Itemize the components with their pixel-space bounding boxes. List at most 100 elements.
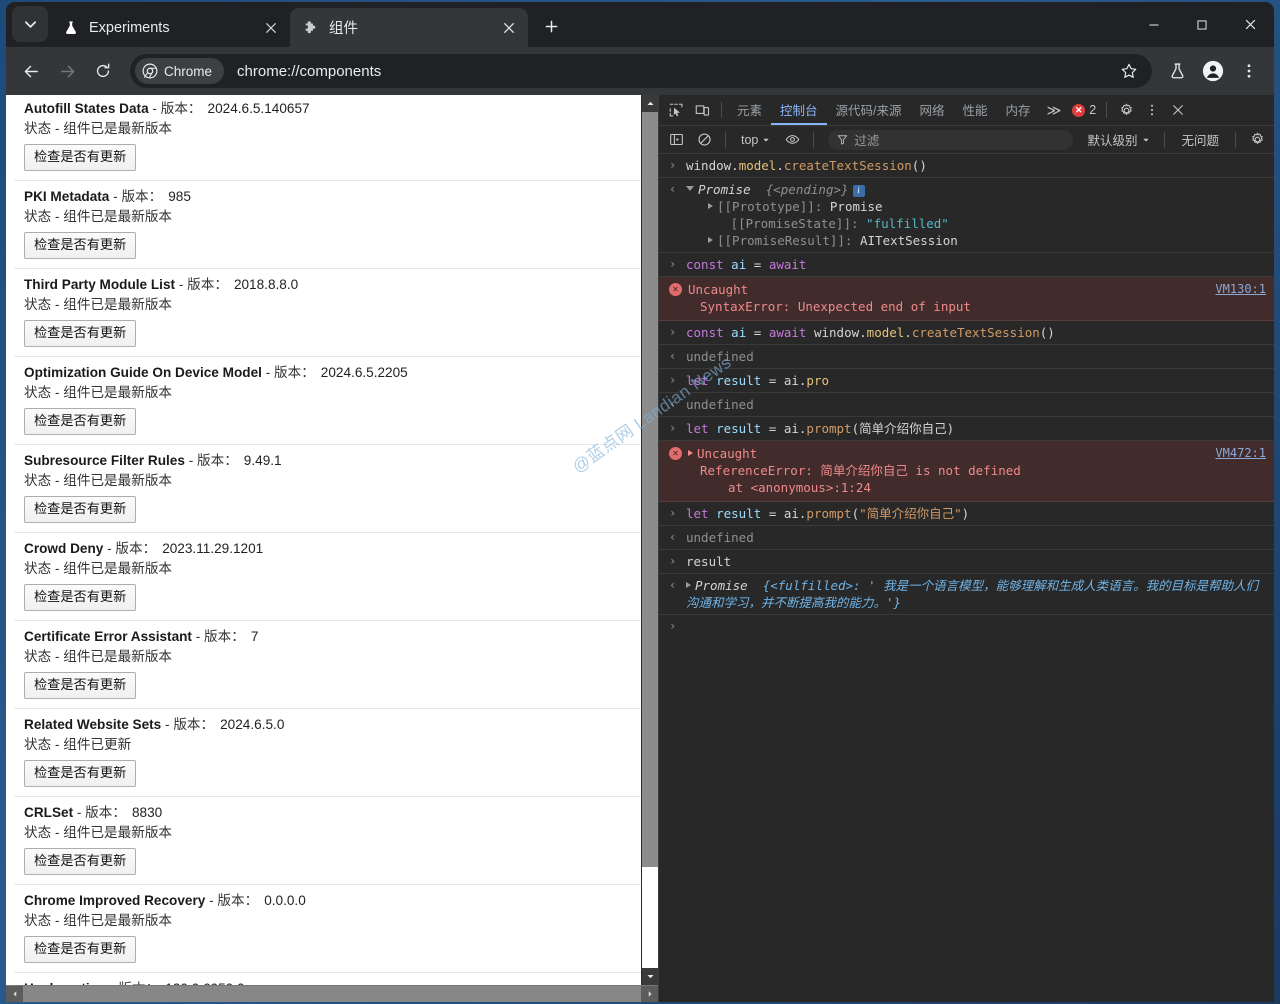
- promise-summary[interactable]: Promise {<pending>}i: [686, 181, 1266, 198]
- spacer: [708, 216, 731, 231]
- tab-search-button[interactable]: [12, 6, 48, 42]
- experiments-button[interactable]: [1160, 54, 1194, 88]
- device-toolbar-button[interactable]: [689, 98, 715, 122]
- error-source-link[interactable]: VM130:1: [1215, 281, 1266, 298]
- check-update-button[interactable]: 检查是否有更新: [24, 936, 136, 963]
- devtools-tab-network[interactable]: 网络: [911, 95, 954, 125]
- console-output-row: ‹Promise {<pending>}i[[Prototype]]: Prom…: [659, 178, 1274, 253]
- device-toggle-icon: [695, 103, 710, 118]
- url-text[interactable]: chrome://components: [237, 63, 1112, 80]
- check-update-button[interactable]: 检查是否有更新: [24, 848, 136, 875]
- devtools-tab-sources[interactable]: 源代码/来源: [827, 95, 911, 125]
- back-button[interactable]: [14, 54, 48, 88]
- scroll-left-button[interactable]: [6, 986, 23, 1002]
- console-input-row: ›window.model.createTextSession(): [659, 154, 1274, 178]
- tab-components[interactable]: 组件: [290, 8, 528, 47]
- console-filter-input[interactable]: 过滤: [828, 130, 1073, 150]
- console-gutter-icon: ›: [669, 324, 686, 341]
- bookmark-star-button[interactable]: [1112, 54, 1146, 88]
- check-update-button[interactable]: 检查是否有更新: [24, 232, 136, 259]
- devtools-tab-memory[interactable]: 内存: [997, 95, 1040, 125]
- devtools-menu-button[interactable]: [1139, 98, 1165, 122]
- tab-experiments[interactable]: Experiments: [50, 8, 290, 47]
- info-icon[interactable]: i: [853, 185, 865, 197]
- reload-button[interactable]: [86, 54, 120, 88]
- console-settings-button[interactable]: [1244, 128, 1270, 152]
- maximize-button[interactable]: [1178, 2, 1226, 47]
- forward-button[interactable]: [50, 54, 84, 88]
- devtools-close-button[interactable]: [1165, 98, 1191, 122]
- scroll-track[interactable]: [642, 112, 658, 968]
- disclosure-triangle-icon[interactable]: [708, 203, 713, 209]
- component-version: 2018.8.8.0: [234, 277, 298, 292]
- console-expression: const ai = await: [686, 256, 1266, 273]
- scroll-thumb[interactable]: [642, 112, 658, 867]
- error-title[interactable]: Uncaught: [688, 445, 1205, 462]
- execution-context-selector[interactable]: top: [734, 133, 777, 147]
- console-input-row: ›const ai = await window.model.createTex…: [659, 321, 1274, 345]
- hscroll-thumb[interactable]: [23, 986, 641, 1002]
- console-prompt-row[interactable]: ›: [659, 615, 1274, 639]
- inspect-element-button[interactable]: [663, 98, 689, 122]
- three-dots-vertical-icon: [1145, 103, 1159, 117]
- devtools-settings-button[interactable]: [1113, 98, 1139, 122]
- issues-status[interactable]: 无问题: [1173, 130, 1227, 149]
- console-promise-object[interactable]: Promise {<fulfilled>: ' 我是一个语言模型，能够理解和生成…: [686, 577, 1266, 611]
- disclosure-triangle-icon[interactable]: [686, 582, 691, 588]
- address-bar[interactable]: Chrome chrome://components: [130, 54, 1152, 88]
- chrome-menu-button[interactable]: [1232, 54, 1266, 88]
- chevron-down-icon: [762, 136, 770, 144]
- avatar-icon: [1202, 60, 1224, 82]
- scroll-down-button[interactable]: [642, 968, 658, 985]
- devtools-tab-performance[interactable]: 性能: [954, 95, 997, 125]
- error-source-link[interactable]: VM472:1: [1215, 445, 1266, 462]
- chrome-chip[interactable]: Chrome: [135, 58, 224, 84]
- devtools-more-tabs-button[interactable]: ≫: [1040, 102, 1069, 119]
- scroll-right-button[interactable]: [641, 986, 658, 1002]
- check-update-button[interactable]: 检查是否有更新: [24, 672, 136, 699]
- error-stack-frame[interactable]: at <anonymous>:1:24: [688, 479, 1205, 496]
- check-update-button[interactable]: 检查是否有更新: [24, 760, 136, 787]
- scroll-up-button[interactable]: [642, 95, 658, 112]
- component-name: Chrome Improved Recovery: [24, 893, 205, 908]
- devtools-tab-elements[interactable]: 元素: [728, 95, 771, 125]
- console-output[interactable]: ›window.model.createTextSession()‹Promis…: [659, 154, 1274, 1002]
- component-version-label: - 版本：: [73, 805, 126, 820]
- check-update-button[interactable]: 检查是否有更新: [24, 584, 136, 611]
- log-level-selector[interactable]: 默认级别: [1081, 130, 1156, 149]
- component-version: 2024.6.5.2205: [321, 365, 408, 380]
- close-button[interactable]: [1226, 2, 1274, 47]
- new-tab-button[interactable]: [536, 11, 566, 41]
- clear-console-button[interactable]: [691, 128, 717, 152]
- check-update-button[interactable]: 检查是否有更新: [24, 144, 136, 171]
- three-dots-vertical-icon: [1240, 62, 1258, 80]
- component-header: Autofill States Data - 版本：2024.6.5.14065…: [24, 98, 641, 119]
- disclosure-triangle-icon[interactable]: [686, 186, 694, 191]
- component-version-label: - 版本：: [106, 981, 159, 985]
- error-detail: SyntaxError: Unexpected end of input: [688, 298, 1205, 315]
- tab-title: Experiments: [89, 20, 260, 36]
- arrow-right-icon: [58, 62, 77, 81]
- profile-button[interactable]: [1196, 54, 1230, 88]
- console-output-row: ‹undefined: [659, 526, 1274, 550]
- page-horizontal-scrollbar[interactable]: [6, 985, 658, 1002]
- hscroll-track[interactable]: [23, 986, 641, 1002]
- page-vertical-scrollbar[interactable]: [641, 95, 658, 985]
- disclosure-triangle-icon[interactable]: [708, 237, 713, 243]
- tab-close-button[interactable]: [498, 17, 520, 39]
- minimize-button[interactable]: [1130, 2, 1178, 47]
- promise-state: {<pending>}: [766, 182, 849, 197]
- check-update-button[interactable]: 检查是否有更新: [24, 496, 136, 523]
- check-update-button[interactable]: 检查是否有更新: [24, 320, 136, 347]
- console-sidebar-toggle[interactable]: [663, 128, 689, 152]
- console-error-row: ✕UncaughtReferenceError: 简单介绍你自己 is not …: [659, 441, 1274, 502]
- promise-property[interactable]: [[PromiseResult]]: AITextSession: [686, 232, 1266, 249]
- disclosure-triangle-icon[interactable]: [688, 450, 693, 456]
- tab-close-button[interactable]: [260, 17, 282, 39]
- console-promise-object[interactable]: Promise {<pending>}i[[Prototype]]: Promi…: [686, 181, 1266, 249]
- check-update-button[interactable]: 检查是否有更新: [24, 408, 136, 435]
- live-expression-button[interactable]: [779, 128, 805, 152]
- devtools-tab-console[interactable]: 控制台: [771, 95, 827, 125]
- promise-property[interactable]: [[Prototype]]: Promise: [686, 198, 1266, 215]
- error-count-badge[interactable]: ✕ 2: [1068, 103, 1100, 117]
